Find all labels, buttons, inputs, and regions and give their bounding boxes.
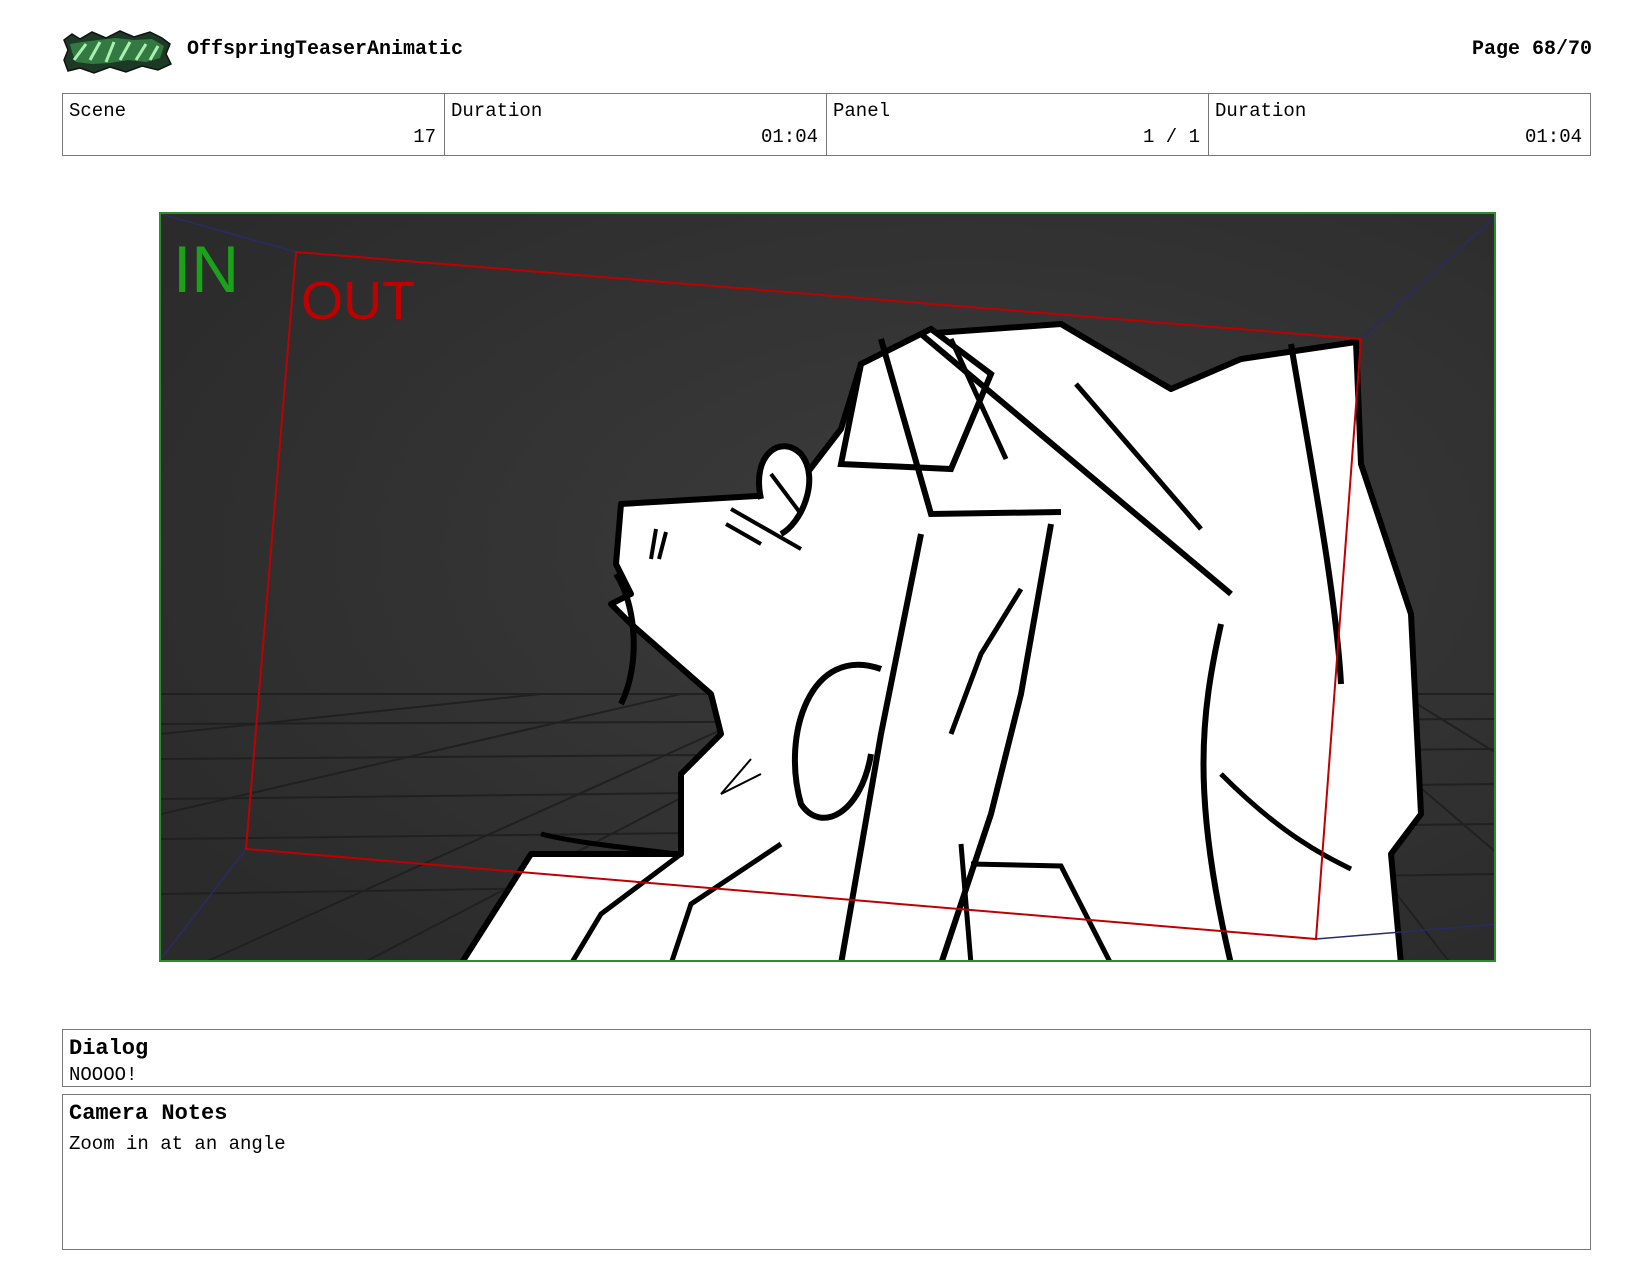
- camera-notes-text: Zoom in at an angle: [69, 1133, 286, 1155]
- panel-duration-label: Duration: [1215, 100, 1307, 122]
- in-frame-label: IN: [173, 232, 239, 306]
- offspring-logo: [63, 30, 172, 74]
- out-frame-label: OUT: [301, 271, 415, 331]
- scene-cell: Scene 17: [63, 94, 445, 155]
- panel-cell: Panel 1 / 1: [827, 94, 1209, 155]
- panel-duration-cell: Duration 01:04: [1209, 94, 1590, 155]
- scene-duration-cell: Duration 01:04: [445, 94, 827, 155]
- panel-label: Panel: [833, 100, 891, 122]
- scene-duration-label: Duration: [451, 100, 543, 122]
- page-number: Page 68/70: [1471, 38, 1592, 61]
- storyboard-sketch: IN OUT: [161, 214, 1494, 960]
- page-header: OffspringTeaserAnimatic Page 68/70: [62, 26, 1592, 74]
- panel-duration-value: 01:04: [1524, 126, 1582, 148]
- camera-notes-title: Camera Notes: [69, 1101, 228, 1126]
- storyboard-panel: IN OUT: [159, 212, 1496, 962]
- scene-label: Scene: [69, 100, 127, 122]
- panel-value: 1 / 1: [1142, 126, 1200, 148]
- scene-value: 17: [413, 126, 436, 148]
- dialog-title: Dialog: [69, 1036, 149, 1061]
- project-title: OffspringTeaserAnimatic: [187, 38, 464, 61]
- dialog-section: Dialog NOOOO!: [62, 1029, 1591, 1087]
- scene-info-table: Scene 17 Duration 01:04 Panel 1 / 1 Dura…: [62, 93, 1591, 156]
- dialog-text: NOOOO!: [69, 1064, 138, 1086]
- scene-duration-value: 01:04: [760, 126, 818, 148]
- camera-notes-section: Camera Notes Zoom in at an angle: [62, 1094, 1591, 1250]
